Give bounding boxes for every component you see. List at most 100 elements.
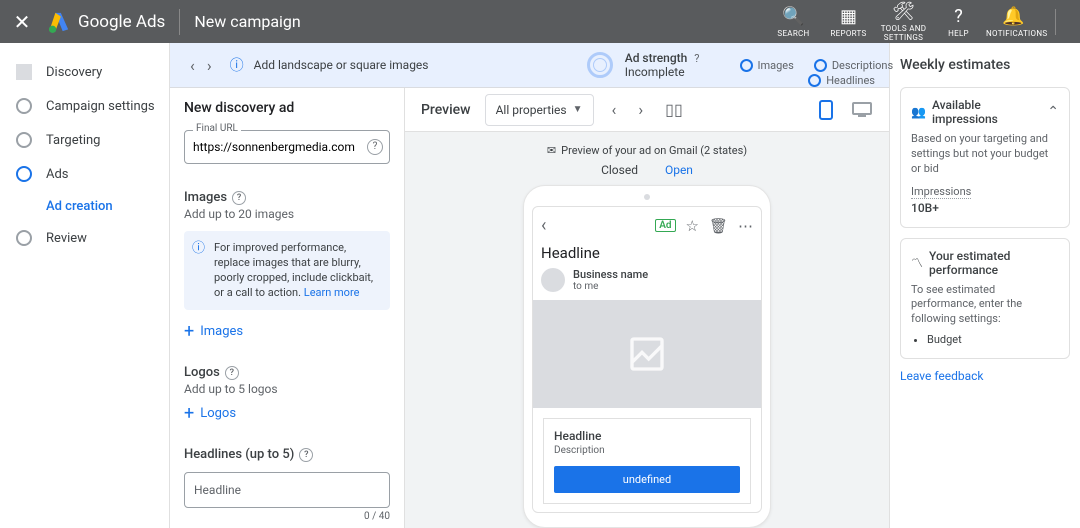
top-bar: ✕ Google Ads New campaign 🔍SEARCH ▦REPOR… [0,0,1080,43]
preview-label: Preview [421,102,471,118]
back-icon[interactable]: ‹ [541,215,546,236]
nav-discovery[interactable]: Discovery [0,55,169,89]
learn-more-link[interactable]: Learn more [304,286,360,299]
check-descriptions: Descriptions [814,59,893,72]
help-icon[interactable]: ? [232,191,246,205]
step-dot-icon [16,98,32,114]
close-icon[interactable]: ✕ [10,10,34,34]
step-dot-icon [16,230,32,246]
help-icon: ? [931,6,986,27]
logos-heading: Logos? [184,365,390,380]
reports-tool[interactable]: ▦REPORTS [821,6,876,38]
chevron-down-icon: ▼ [573,104,583,115]
step-dot-icon [16,166,32,182]
final-url-field[interactable]: Final URL ? [184,130,390,164]
gmail-card: ‹ Ad ☆ 🗑 ⋯ Headline Business name [532,206,762,513]
logos-subtext: Add up to 5 logos [184,382,390,396]
business-name: Business name [573,268,648,281]
bell-icon: 🔔 [986,6,1041,27]
preview-toolbar: Preview All properties▼ ‹ › ▯▯ [405,88,889,132]
preview-next-button[interactable]: › [634,100,647,119]
people-icon: 👥 [911,105,926,119]
check-images: Images [740,59,794,72]
brand-label: Google Ads [78,12,165,32]
estimates-heading: Weekly estimates [900,57,1070,73]
plus-icon: + [184,407,194,420]
nav-targeting[interactable]: Targeting [0,123,169,157]
notifications-tool[interactable]: 🔔NOTIFICATIONS [986,6,1041,38]
images-subtext: Add up to 20 images [184,207,390,221]
to-me-label: to me [573,281,648,292]
available-impressions-box: 👥Available impressions⌃ Based on your ta… [900,87,1070,228]
step-dot-icon [16,132,32,148]
bullet-budget: Budget [927,333,1059,346]
preview-panel: Preview All properties▼ ‹ › ▯▯ ✉Preview … [405,88,889,528]
envelope-icon: ✉ [547,144,556,157]
nav-review[interactable]: Review [0,221,169,255]
ad-form: New discovery ad Final URL ? Images? Add… [170,88,405,528]
nav-ads[interactable]: Ads [0,157,169,191]
form-heading: New discovery ad [184,100,390,116]
ad-badge: Ad [655,219,675,232]
square-icon [16,64,32,80]
cta-button[interactable]: undefined [554,466,740,493]
impressions-label: Impressions [911,185,971,199]
star-icon[interactable]: ☆ [686,217,699,235]
help-icon[interactable]: ? [694,52,699,65]
circle-icon [814,59,827,72]
headline-input[interactable]: Headline [184,472,390,508]
chevron-up-icon[interactable]: ⌃ [1047,104,1059,120]
inset-headline: Headline [554,429,740,443]
strength-ring-icon [587,52,613,78]
add-images-button[interactable]: +Images [184,324,390,339]
box1-text: Based on your targeting and settings but… [911,132,1059,177]
device-desktop-button[interactable] [851,99,873,121]
headlines-heading: Headlines (up to 5)? [184,447,390,462]
phone-notch-icon [644,194,650,200]
headline-counter: 0 / 40 [184,511,390,522]
preview-inset-card: Headline Description undefined [543,418,751,504]
prev-issue-button[interactable]: ‹ [184,56,201,75]
circle-icon [740,59,753,72]
help-icon[interactable]: ? [225,366,239,380]
preview-columns-icon[interactable]: ▯▯ [661,100,687,119]
nav-campaign-settings[interactable]: Campaign settings [0,89,169,123]
info-message: Add landscape or square images [254,58,429,72]
nav-ad-creation[interactable]: Ad creation [0,191,169,221]
help-icon[interactable]: ? [299,448,313,462]
impressions-value: 10B+ [911,201,1059,215]
preview-state-tabs: Closed Open [405,163,889,185]
device-mobile-button[interactable] [815,99,837,121]
reports-icon: ▦ [821,6,876,27]
inset-description: Description [554,445,740,456]
preview-meta: ✉Preview of your ad on Gmail (2 states) [405,132,889,163]
avatar-icon [541,268,565,292]
wrench-icon: 🛠 [876,1,931,22]
preview-prev-button[interactable]: ‹ [608,100,621,119]
final-url-label: Final URL [193,123,241,134]
plus-icon: + [184,325,194,338]
divider [179,9,180,35]
final-url-input[interactable] [193,140,359,154]
leave-feedback-link[interactable]: Leave feedback [900,369,1070,383]
add-logos-button[interactable]: +Logos [184,406,390,421]
strength-block: Ad strength ? Incomplete [625,51,700,79]
more-icon[interactable]: ⋯ [738,217,753,235]
tab-closed[interactable]: Closed [601,163,638,177]
search-tool[interactable]: 🔍SEARCH [766,6,821,38]
estimated-performance-box: 〽Your estimated performance To see estim… [900,238,1070,360]
tab-open[interactable]: Open [665,163,693,177]
tools-settings-tool[interactable]: 🛠TOOLS AND SETTINGS [876,1,931,42]
trash-icon[interactable]: 🗑 [709,217,728,235]
divider [1055,9,1056,35]
next-issue-button[interactable]: › [201,56,218,75]
info-icon: ⓘ [230,55,244,75]
estimates-panel: Weekly estimates 👥Available impressions⌃… [890,43,1080,528]
help-tool[interactable]: ?HELP [931,6,986,38]
step-nav: Discovery Campaign settings Targeting Ad… [0,43,170,528]
preview-property-select[interactable]: All properties▼ [485,94,594,126]
circle-icon [808,74,821,87]
images-tip: For improved performance, replace images… [184,231,390,310]
preview-headline: Headline [541,244,753,262]
help-icon[interactable]: ? [367,139,383,155]
